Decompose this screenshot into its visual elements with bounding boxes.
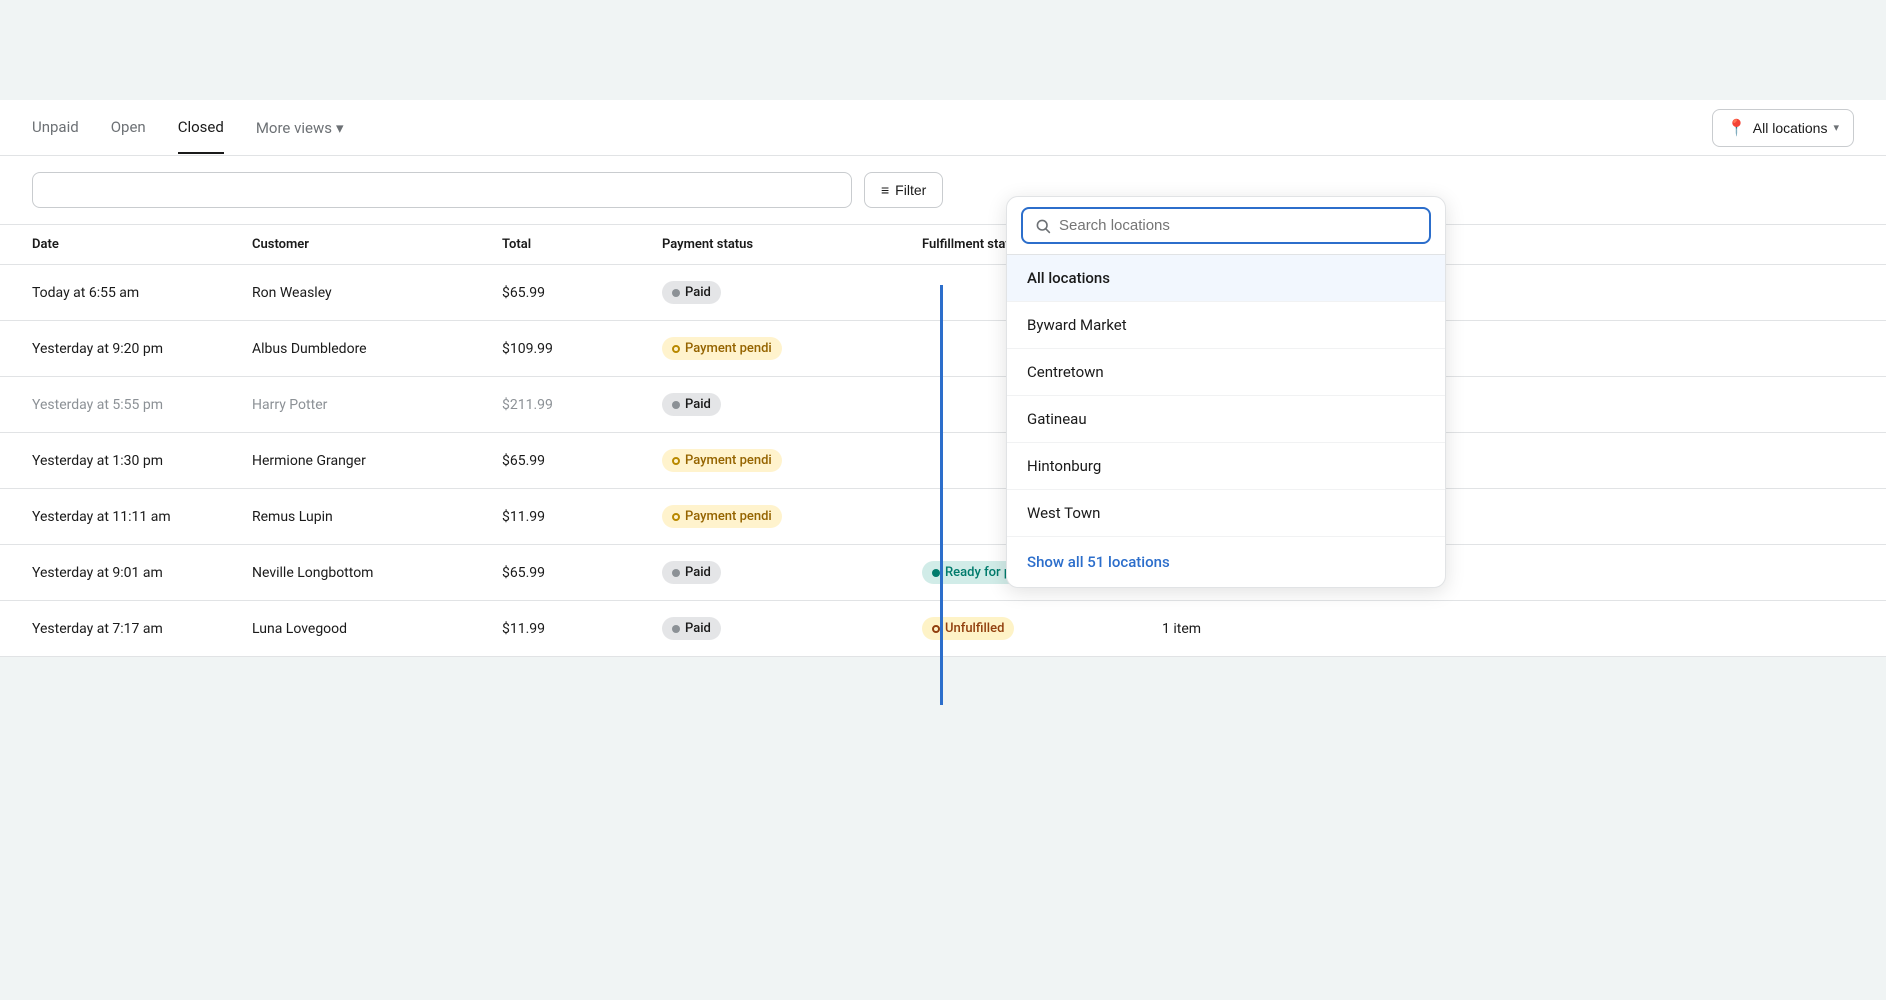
payment-badge: Paid — [662, 617, 721, 640]
chevron-down-icon: ▾ — [336, 119, 344, 137]
cell-payment-status: Paid — [662, 617, 922, 640]
dropdown-item-gatineau[interactable]: Gatineau — [1007, 396, 1445, 443]
cell-payment-status: Payment pendi — [662, 505, 922, 528]
payment-badge: Paid — [662, 393, 721, 416]
payment-badge: Paid — [662, 281, 721, 304]
cell-items: 1 item — [1162, 621, 1322, 637]
blue-separator — [940, 285, 943, 705]
dot-icon — [932, 569, 940, 577]
table-row[interactable]: Yesterday at 1:30 pm Hermione Granger $6… — [0, 433, 1886, 489]
locations-dropdown: All locations Byward Market Centretown G… — [1006, 196, 1446, 588]
cell-date: Yesterday at 11:11 am — [32, 509, 252, 525]
chevron-down-icon: ▾ — [1833, 121, 1839, 134]
table-row[interactable]: Yesterday at 9:20 pm Albus Dumbledore $1… — [0, 321, 1886, 377]
cell-payment-status: Payment pendi — [662, 449, 922, 472]
dropdown-item-hintonburg[interactable]: Hintonburg — [1007, 443, 1445, 490]
cell-date: Yesterday at 9:20 pm — [32, 341, 252, 357]
cell-total: $65.99 — [502, 453, 662, 469]
cell-date: Yesterday at 7:17 am — [32, 621, 252, 637]
cell-customer: Remus Lupin — [252, 509, 502, 525]
payment-badge: Paid — [662, 561, 721, 584]
search-input[interactable] — [32, 172, 852, 208]
table-row[interactable]: Yesterday at 11:11 am Remus Lupin $11.99… — [0, 489, 1886, 545]
locations-button[interactable]: 📍 All locations ▾ — [1712, 109, 1854, 147]
cell-customer: Luna Lovegood — [252, 621, 502, 637]
dot-icon — [932, 625, 940, 633]
cell-date: Today at 6:55 am — [32, 285, 252, 301]
filter-button[interactable]: ≡ Filter — [864, 172, 943, 208]
tab-closed[interactable]: Closed — [178, 102, 224, 154]
cell-payment-status: Paid — [662, 393, 922, 416]
dropdown-item-centretown[interactable]: Centretown — [1007, 349, 1445, 396]
tab-more-views[interactable]: More views ▾ — [256, 119, 344, 137]
cell-total: $11.99 — [502, 509, 662, 525]
payment-badge: Payment pendi — [662, 449, 782, 472]
dot-icon — [672, 401, 680, 409]
dot-icon — [672, 457, 680, 465]
fulfillment-badge: Unfulfilled — [922, 617, 1014, 640]
cell-total: $65.99 — [502, 285, 662, 301]
cell-customer: Hermione Granger — [252, 453, 502, 469]
dropdown-search-wrapper-outer — [1007, 197, 1445, 255]
dot-icon — [672, 289, 680, 297]
tab-bar: Unpaid Open Closed More views ▾ 📍 All lo… — [0, 100, 1886, 156]
tab-unpaid[interactable]: Unpaid — [32, 102, 79, 154]
cell-date: Yesterday at 1:30 pm — [32, 453, 252, 469]
cell-payment-status: Payment pendi — [662, 337, 922, 360]
cell-customer: Albus Dumbledore — [252, 341, 502, 357]
dot-icon — [672, 569, 680, 577]
dropdown-search-field — [1021, 207, 1431, 244]
dot-icon — [672, 513, 680, 521]
orders-table: Date Customer Total Payment status Fulfi… — [0, 225, 1886, 657]
pin-icon: 📍 — [1727, 118, 1747, 138]
tab-bar-left: Unpaid Open Closed More views ▾ — [32, 102, 1712, 154]
payment-badge: Payment pendi — [662, 505, 782, 528]
cell-customer: Ron Weasley — [252, 285, 502, 301]
dropdown-item-byward-market[interactable]: Byward Market — [1007, 302, 1445, 349]
cell-customer: Harry Potter — [252, 397, 502, 413]
cell-date: Yesterday at 9:01 am — [32, 565, 252, 581]
filter-icon: ≡ — [881, 182, 889, 198]
table-row[interactable]: Yesterday at 7:17 am Luna Lovegood $11.9… — [0, 601, 1886, 657]
top-bar — [0, 0, 1886, 100]
dropdown-item-all-locations[interactable]: All locations — [1007, 255, 1445, 302]
table-row[interactable]: Yesterday at 9:01 am Neville Longbottom … — [0, 545, 1886, 601]
header-customer: Customer — [252, 237, 502, 252]
filter-bar: ≡ Filter — [0, 156, 1886, 225]
cell-payment-status: Paid — [662, 281, 922, 304]
tab-bar-right: 📍 All locations ▾ — [1712, 109, 1854, 147]
table-row[interactable]: Today at 6:55 am Ron Weasley $65.99 Paid — [0, 265, 1886, 321]
dropdown-item-west-town[interactable]: West Town — [1007, 490, 1445, 537]
header-total: Total — [502, 237, 662, 252]
cell-total: $65.99 — [502, 565, 662, 581]
cell-total: $109.99 — [502, 341, 662, 357]
header-payment-status: Payment status — [662, 237, 922, 252]
dot-icon — [672, 345, 680, 353]
show-all-locations-link[interactable]: Show all 51 locations — [1007, 537, 1445, 587]
cell-fulfillment: Unfulfilled — [922, 617, 1162, 640]
cell-customer: Neville Longbottom — [252, 565, 502, 581]
cell-total: $11.99 — [502, 621, 662, 637]
page-wrapper: Unpaid Open Closed More views ▾ 📍 All lo… — [0, 0, 1886, 1000]
payment-badge: Payment pendi — [662, 337, 782, 360]
cell-payment-status: Paid — [662, 561, 922, 584]
cell-total: $211.99 — [502, 397, 662, 413]
table-row[interactable]: Yesterday at 5:55 pm Harry Potter $211.9… — [0, 377, 1886, 433]
dot-icon — [672, 625, 680, 633]
table-header: Date Customer Total Payment status Fulfi… — [0, 225, 1886, 265]
locations-search-input[interactable] — [1059, 217, 1417, 234]
tab-open[interactable]: Open — [111, 102, 146, 154]
cell-date: Yesterday at 5:55 pm — [32, 397, 252, 413]
header-date: Date — [32, 237, 252, 252]
search-icon — [1035, 218, 1051, 234]
